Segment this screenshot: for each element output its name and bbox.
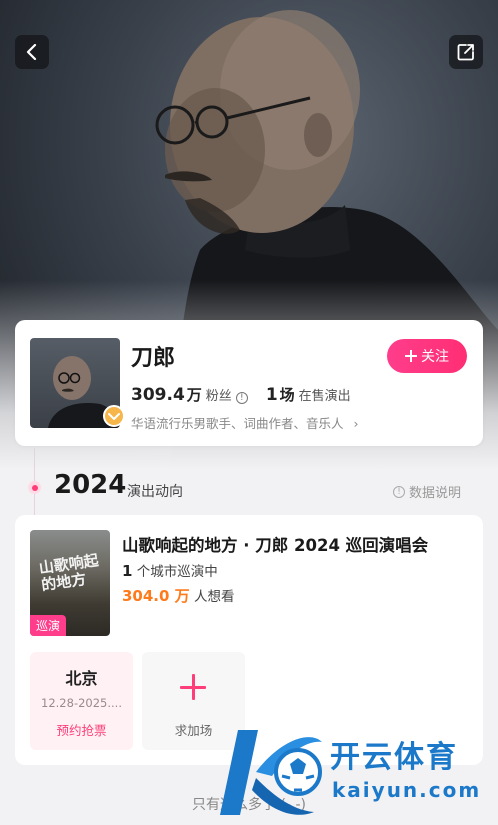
- artist-tags-text: 华语流行乐男歌手、词曲作者、音乐人: [131, 416, 344, 431]
- city-tile-beijing[interactable]: 北京 12.28-2025.... 预约抢票: [30, 652, 133, 750]
- info-icon[interactable]: !: [235, 392, 248, 404]
- artist-name: 刀郎: [131, 346, 176, 371]
- artist-tags[interactable]: 华语流行乐男歌手、词曲作者、音乐人 ›: [131, 413, 359, 432]
- poster-title: 山歌响起的地方: [37, 551, 100, 595]
- tour-badge: 巡演: [30, 615, 67, 636]
- chevron-left-icon: [26, 44, 37, 60]
- city-count-row: 1 个城市巡演中: [122, 560, 218, 580]
- artist-stats: 309.4 万 粉丝 ! 1 场 在售演出: [131, 384, 351, 405]
- event-title[interactable]: 山歌响起的地方 · 刀郎 2024 巡回演唱会: [122, 532, 428, 556]
- city-count: 1: [122, 562, 133, 580]
- watermark-domain: kaiyun.com: [332, 778, 482, 802]
- section-title: 演出动向: [127, 484, 183, 500]
- data-note-label: 数据说明: [409, 486, 462, 501]
- info-icon: !: [393, 485, 405, 498]
- share-icon: [457, 44, 474, 61]
- fans-count: 309.4: [131, 385, 185, 405]
- share-button[interactable]: [449, 35, 483, 69]
- kaiyun-logo: [220, 730, 322, 815]
- shows-count: 1: [265, 385, 278, 405]
- watermark-brand: 开云体育: [330, 740, 458, 775]
- event-poster[interactable]: 山歌响起的地方 巡演: [30, 530, 110, 636]
- timeline-year: 2024: [54, 470, 127, 500]
- city-name: 北京: [65, 669, 98, 688]
- watermark: 开云体育 kaiyun.com: [210, 720, 498, 825]
- fans-label: 粉丝: [205, 389, 232, 404]
- data-note-link[interactable]: ! 数据说明: [393, 482, 461, 501]
- back-button[interactable]: [15, 35, 49, 69]
- shows-label: 在售演出: [298, 389, 351, 404]
- chevron-right-icon: ›: [353, 416, 359, 431]
- plus-icon: [180, 674, 206, 700]
- shows-unit: 场: [279, 386, 295, 404]
- city-suffix: 个城市巡演中: [136, 564, 218, 580]
- fans-unit: 万: [186, 386, 202, 404]
- follow-label: 关注: [421, 349, 449, 365]
- presale-status: 预约抢票: [56, 723, 107, 738]
- want-count-row: 304.0 万 人想看: [122, 585, 234, 606]
- artist-card: 刀郎 关注 309.4 万 粉丝 ! 1 场 在售演出 华语流行乐男歌手、词曲作…: [15, 320, 483, 446]
- timeline-dot: [28, 481, 41, 494]
- heart-badge-icon: [103, 405, 125, 427]
- follow-button[interactable]: 关注: [387, 339, 467, 373]
- want-count: 304.0 万: [122, 587, 190, 605]
- plus-icon: [405, 350, 417, 362]
- city-date: 12.28-2025....: [41, 696, 122, 710]
- want-suffix: 人想看: [193, 589, 235, 605]
